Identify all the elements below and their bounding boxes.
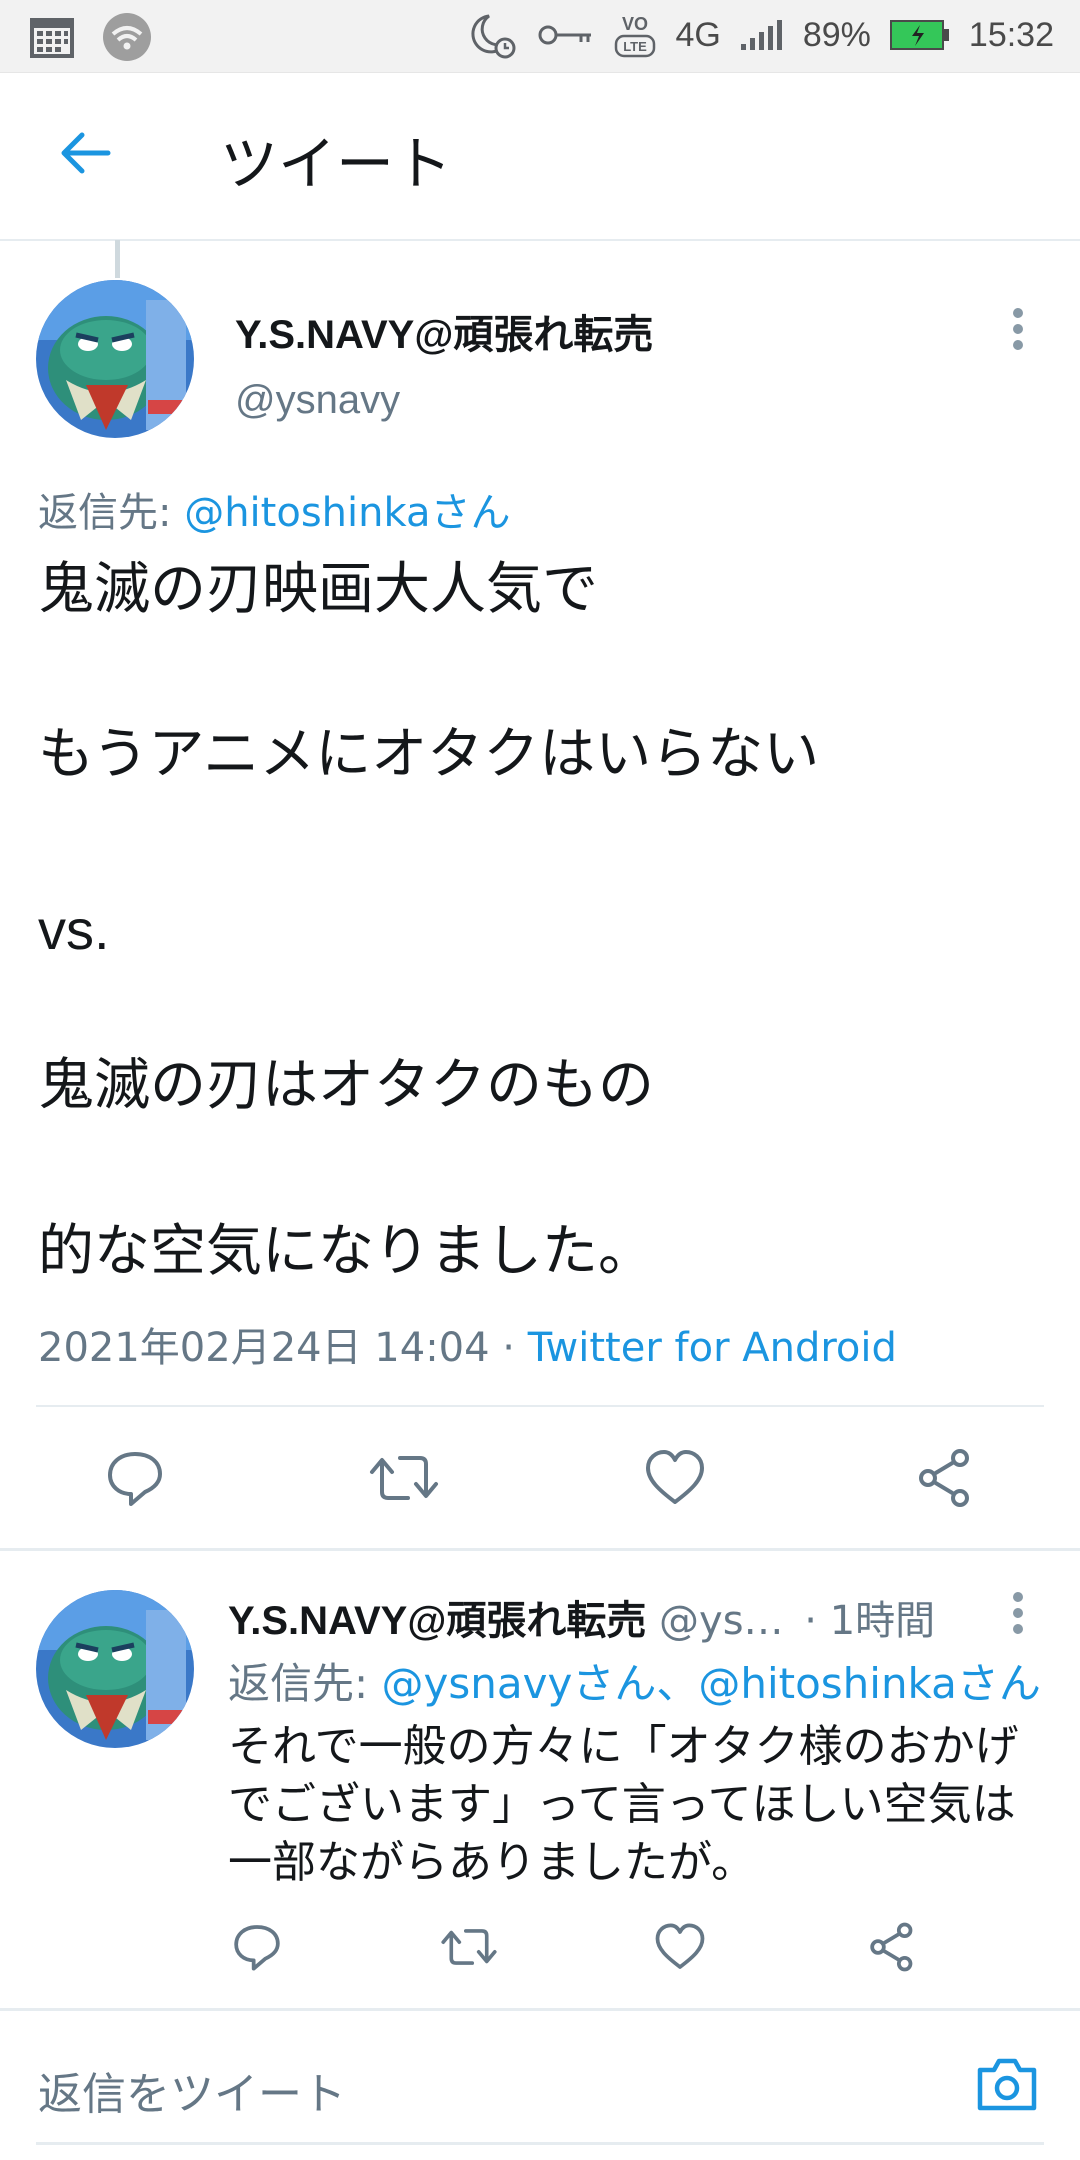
calendar-icon	[30, 18, 74, 58]
share-icon[interactable]	[916, 1448, 976, 1508]
reply-line: それで一般の方々に「オタク様のおかげ	[228, 1721, 1019, 1772]
signal-icon	[740, 20, 782, 50]
reply-context: 返信先: @hitoshinkaさん	[38, 480, 510, 538]
like-icon[interactable]	[654, 1922, 706, 1972]
divider	[36, 1405, 1044, 1407]
reply-icon[interactable]	[232, 1922, 282, 1972]
like-icon[interactable]	[644, 1448, 706, 1508]
wifi-icon	[103, 13, 151, 61]
thread-connector	[115, 240, 120, 278]
author-name[interactable]: Y.S.NAVY@頑張れ転売	[228, 1599, 646, 1643]
network-type: 4G	[675, 15, 721, 54]
share-icon[interactable]	[868, 1922, 918, 1972]
tweet-line: vs.	[38, 898, 110, 961]
more-options-icon[interactable]	[1013, 1592, 1025, 1640]
tweet-meta: 2021年02月24日 14:04 · Twitter for Android	[38, 1315, 897, 1373]
reply-compose-input[interactable]: 返信をツイート	[38, 2058, 346, 2122]
reply-to-link[interactable]: @hitoshinkaさん	[184, 490, 510, 536]
compose-divider	[0, 2008, 1080, 2011]
avatar[interactable]	[36, 280, 194, 438]
key-icon	[538, 25, 592, 45]
retweet-icon[interactable]	[368, 1448, 440, 1508]
camera-icon[interactable]	[976, 2056, 1038, 2112]
reply-context: 返信先: @ysnavyさん、@hitoshinkaさん	[228, 1650, 1041, 1711]
reply-line: 一部ながらありましたが。	[228, 1837, 756, 1888]
tweet-line: 鬼滅の刃はオタクのもの	[38, 1053, 654, 1118]
author-handle[interactable]: @ysnavy	[235, 378, 400, 423]
author-handle[interactable]: @ys…	[659, 1598, 784, 1644]
source-link[interactable]: Twitter for Android	[528, 1325, 897, 1371]
clock: 15:32	[968, 15, 1054, 54]
reply-icon[interactable]	[105, 1448, 165, 1508]
app-bar: ツイート	[0, 73, 1080, 241]
relative-time: · 1時間	[804, 1598, 936, 1644]
volte-icon: VO LTE	[615, 14, 656, 58]
more-options-icon[interactable]	[1013, 308, 1025, 356]
timestamp: 2021年02月24日 14:04 ·	[38, 1325, 516, 1371]
reply-prefix: 返信先:	[38, 490, 172, 536]
tweet-line: もうアニメにオタクはいらない	[38, 722, 820, 787]
bottom-divider	[36, 2142, 1044, 2145]
retweet-icon[interactable]	[440, 1922, 498, 1972]
back-arrow-icon[interactable]	[54, 123, 114, 183]
reply-header: Y.S.NAVY@頑張れ転売 @ys… · 1時間	[228, 1588, 1018, 1646]
tweet-line: 的な空気になりました。	[38, 1219, 654, 1284]
moon-alarm-icon	[471, 14, 516, 59]
tweet-line: 鬼滅の刃映画大人気で	[38, 557, 598, 622]
svg-text:LTE: LTE	[624, 39, 648, 54]
reply-to-link[interactable]: @ysnavyさん、@hitoshinkaさん	[382, 1659, 1041, 1708]
svg-text:VO: VO	[622, 14, 648, 34]
reply-line: でございます」って言ってほしい空気は	[228, 1779, 1016, 1830]
battery-percent: 89%	[802, 15, 871, 54]
section-divider	[0, 1548, 1080, 1551]
avatar[interactable]	[36, 1590, 194, 1748]
battery-icon	[889, 20, 949, 50]
page-title: ツイート	[220, 130, 453, 198]
reply-prefix: 返信先:	[228, 1659, 369, 1708]
author-name[interactable]: Y.S.NAVY@頑張れ転売	[235, 302, 653, 360]
status-bar: VO LTE 4G 89% 15:32	[0, 0, 1080, 73]
